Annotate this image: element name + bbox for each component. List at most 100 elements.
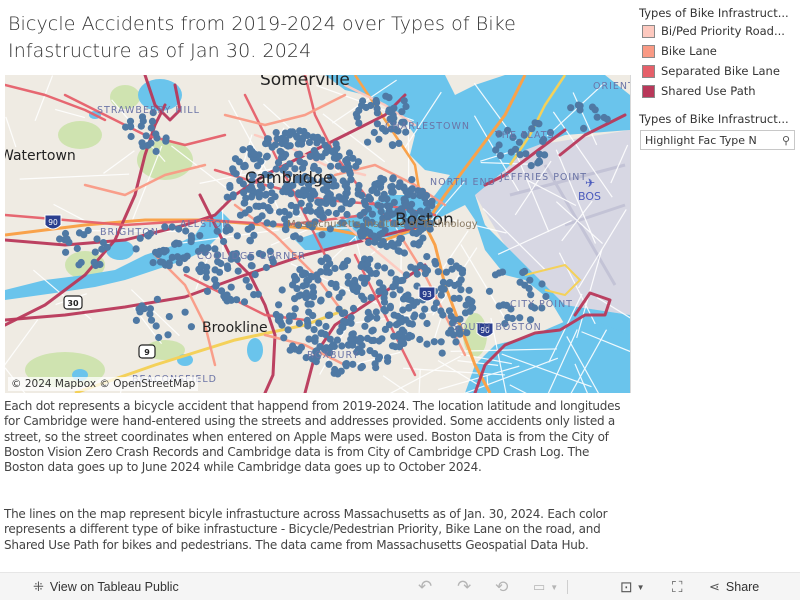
accident-dot[interactable] (324, 255, 332, 263)
accident-dot[interactable] (386, 202, 394, 210)
accident-dot[interactable] (132, 316, 140, 324)
accident-dot[interactable] (458, 266, 467, 274)
accident-dot[interactable] (233, 232, 241, 240)
accident-dot[interactable] (227, 283, 235, 291)
accident-dot[interactable] (278, 286, 286, 294)
accident-dot[interactable] (161, 223, 169, 231)
accident-dot[interactable] (187, 232, 195, 240)
accident-dot[interactable] (322, 149, 330, 157)
accident-dot[interactable] (327, 279, 335, 288)
accident-dot[interactable] (370, 128, 378, 137)
accident-dot[interactable] (244, 225, 252, 233)
accident-dot[interactable] (358, 292, 366, 300)
accident-dot[interactable] (275, 208, 284, 216)
accident-dot[interactable] (368, 186, 376, 195)
accident-dot[interactable] (398, 318, 406, 326)
accident-dot[interactable] (338, 342, 346, 350)
accident-dot[interactable] (384, 354, 392, 362)
accident-dot[interactable] (99, 239, 107, 247)
accident-dot[interactable] (325, 360, 333, 368)
accident-dot[interactable] (392, 279, 400, 287)
accident-dot[interactable] (138, 139, 146, 147)
map-attribution[interactable]: © 2024 Mapbox © OpenStreetMap (8, 377, 199, 391)
accident-dot[interactable] (293, 151, 302, 159)
accident-dot[interactable] (98, 245, 106, 253)
accident-dot[interactable] (423, 253, 431, 261)
accident-dot[interactable] (297, 343, 305, 351)
search-icon[interactable]: ⚲ (778, 134, 794, 147)
accident-dot[interactable] (416, 261, 424, 270)
accident-dot[interactable] (485, 287, 494, 295)
accident-dot[interactable] (445, 307, 453, 315)
accident-dot[interactable] (311, 337, 319, 345)
accident-dot[interactable] (419, 234, 427, 242)
accident-dot[interactable] (593, 113, 601, 121)
accident-dot[interactable] (307, 207, 315, 215)
accident-dot[interactable] (127, 123, 135, 131)
accident-dot[interactable] (411, 311, 419, 319)
accident-dot[interactable] (402, 102, 410, 111)
accident-dot[interactable] (407, 186, 415, 194)
accident-dot[interactable] (317, 268, 325, 276)
accident-dot[interactable] (388, 182, 396, 191)
accident-dot[interactable] (408, 176, 416, 184)
accident-dot[interactable] (298, 140, 306, 148)
accident-dot[interactable] (147, 316, 156, 324)
accident-dot[interactable] (381, 325, 389, 333)
accident-dot[interactable] (341, 309, 349, 317)
accident-dot[interactable] (408, 320, 416, 328)
accident-dot[interactable] (495, 269, 503, 277)
accident-dot[interactable] (164, 331, 172, 339)
accident-dot[interactable] (462, 301, 470, 309)
accident-dot[interactable] (421, 305, 429, 313)
accident-dot[interactable] (242, 276, 250, 284)
accident-dot[interactable] (275, 301, 283, 309)
accident-dot[interactable] (364, 308, 372, 316)
accident-dot[interactable] (155, 333, 163, 342)
fullscreen-button[interactable]: ⛶ (672, 573, 683, 600)
accident-dot[interactable] (330, 154, 338, 162)
accident-dot[interactable] (317, 296, 325, 304)
accident-dot[interactable] (349, 283, 357, 291)
accident-dot[interactable] (418, 312, 426, 320)
accident-dot[interactable] (290, 233, 298, 241)
accident-dot[interactable] (535, 158, 544, 166)
accident-dot[interactable] (394, 247, 402, 255)
accident-dot[interactable] (377, 202, 385, 210)
accident-dot[interactable] (223, 193, 231, 201)
accident-dot[interactable] (242, 194, 250, 202)
accident-dot[interactable] (218, 287, 226, 295)
accident-dot[interactable] (295, 319, 303, 327)
accident-dot[interactable] (272, 129, 280, 137)
accident-dot[interactable] (292, 203, 300, 211)
accident-dot[interactable] (304, 300, 312, 308)
accident-dot[interactable] (382, 92, 390, 100)
accident-dot[interactable] (239, 146, 247, 154)
accident-dot[interactable] (211, 276, 219, 284)
accident-dot[interactable] (396, 286, 404, 294)
accident-dot[interactable] (380, 176, 388, 184)
accident-dot[interactable] (409, 229, 417, 237)
accident-dot[interactable] (256, 190, 264, 199)
accident-dot[interactable] (516, 278, 524, 286)
accident-dot[interactable] (434, 268, 442, 276)
view-on-tableau-public-link[interactable]: ⁜ View on Tableau Public (33, 573, 179, 600)
accident-dot[interactable] (349, 154, 357, 162)
accident-dot[interactable] (142, 132, 150, 140)
accident-dot[interactable] (342, 360, 350, 368)
accident-dot[interactable] (389, 291, 397, 299)
accident-dot[interactable] (153, 295, 161, 303)
accident-dot[interactable] (147, 139, 155, 147)
accident-dot[interactable] (318, 231, 326, 239)
map-view[interactable]: 90 93 90 30 9 Somerville Watertown Cambr… (5, 75, 630, 393)
accident-dot[interactable] (364, 315, 372, 323)
accident-dot[interactable] (341, 181, 349, 190)
accident-dot[interactable] (364, 138, 372, 146)
accident-dot[interactable] (361, 322, 369, 330)
accident-dot[interactable] (181, 308, 189, 316)
accident-dot[interactable] (360, 279, 369, 287)
accident-dot[interactable] (349, 360, 357, 368)
accident-dot[interactable] (299, 134, 307, 142)
accident-dot[interactable] (447, 258, 455, 266)
accident-dot[interactable] (314, 133, 322, 141)
